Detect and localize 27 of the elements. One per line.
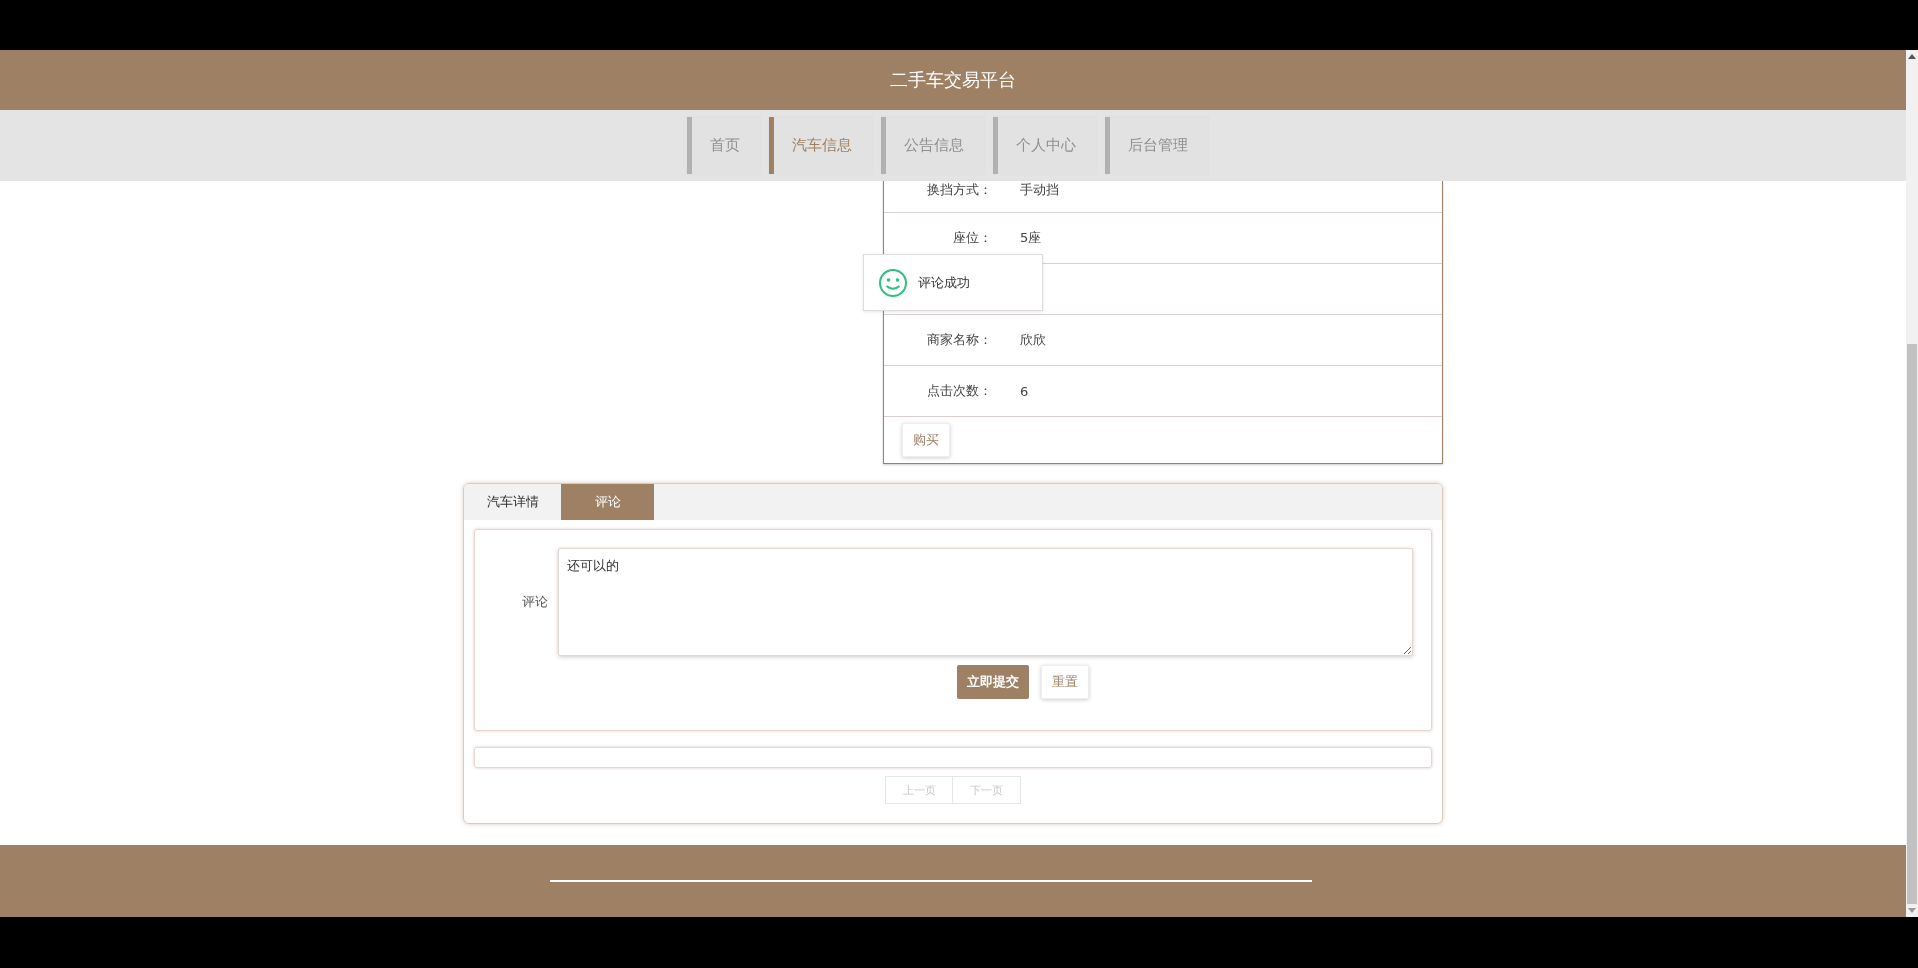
nav-item[interactable]: 公告信息 [880, 117, 984, 174]
scroll-up-icon[interactable] [1908, 54, 1916, 59]
nav-item[interactable]: 个人中心 [992, 117, 1096, 174]
field-label: 换挡方式： [926, 181, 992, 199]
nav-item[interactable]: 后台管理 [1104, 117, 1208, 174]
smiley-icon [878, 267, 908, 298]
submit-button[interactable]: 立即提交 [956, 665, 1029, 699]
comment-label: 评论 [521, 593, 548, 611]
scroll-down-icon[interactable] [1908, 908, 1916, 913]
reset-button[interactable]: 重置 [1040, 665, 1089, 699]
comment-textarea[interactable]: 还可以的 [558, 548, 1413, 656]
tab[interactable]: 汽车详情 [464, 484, 561, 520]
buy-button[interactable]: 购买 [902, 423, 950, 457]
scrollbar[interactable] [1906, 50, 1918, 917]
field-value: 欣欣 [1020, 331, 1046, 349]
toast-text: 评论成功 [918, 273, 970, 292]
site-title: 二手车交易平台 [890, 68, 1016, 92]
field-value: 5座 [1020, 229, 1042, 247]
field-label: 商家名称： [926, 331, 992, 349]
field-label: 点击次数： [926, 382, 992, 400]
field-value: 手动挡 [1020, 181, 1059, 199]
tab[interactable]: 评论 [561, 484, 654, 520]
nav-item[interactable]: 首页 [686, 117, 760, 174]
field-label: 座位： [952, 229, 992, 247]
field-value: 6 [1020, 383, 1029, 399]
nav-item[interactable]: 汽车信息 [768, 117, 872, 174]
scrollbar-thumb[interactable] [1907, 344, 1917, 904]
